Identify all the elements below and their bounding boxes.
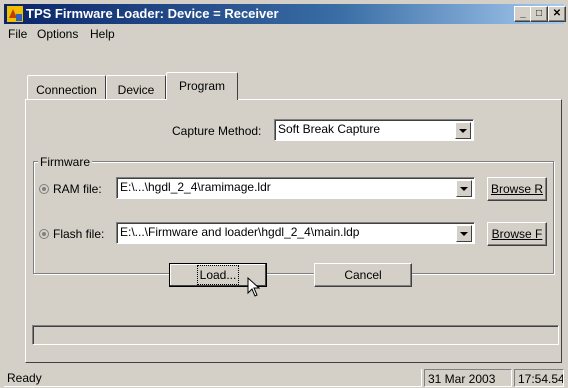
ram-file-value: E:\...\hgdl_2_4\ramimage.ldr — [120, 180, 271, 194]
flash-file-value: E:\...\Firmware and loader\hgdl_2_4\main… — [120, 225, 360, 239]
title-bar[interactable]: TPS Firmware Loader: Device = Receiver _… — [4, 4, 566, 24]
chevron-down-icon — [460, 232, 468, 236]
ram-file-input[interactable]: E:\...\hgdl_2_4\ramimage.ldr — [116, 177, 475, 199]
tab-connection-label: Connection — [36, 83, 97, 97]
menu-file[interactable]: File — [8, 27, 27, 41]
browse-ram-button[interactable]: Browse R — [487, 177, 547, 201]
load-button-label: Load... — [196, 265, 240, 285]
flash-file-radio[interactable] — [39, 229, 49, 239]
menu-help[interactable]: Help — [90, 27, 115, 41]
ram-file-label: RAM file: — [53, 182, 102, 196]
status-bar: Ready 31 Mar 2003 17:54.54 — [4, 367, 564, 387]
capture-method-label: Capture Method: — [172, 124, 262, 138]
tab-program-label: Program — [178, 79, 225, 93]
cancel-button[interactable]: Cancel — [314, 263, 412, 287]
tab-device[interactable]: Device — [106, 75, 166, 99]
flash-file-dropdown-button[interactable] — [456, 225, 472, 242]
close-button[interactable]: ✕ — [548, 6, 566, 22]
ram-file-radio[interactable] — [39, 184, 49, 194]
browse-flash-label: Browse F — [491, 227, 543, 241]
capture-method-value: Soft Break Capture — [278, 122, 381, 136]
cancel-button-label: Cancel — [344, 268, 382, 282]
status-date: 31 Mar 2003 — [424, 369, 512, 387]
maximize-icon: □ — [535, 8, 543, 19]
firmware-group-title: Firmware — [38, 155, 92, 169]
window-title: TPS Firmware Loader: Device = Receiver — [26, 6, 279, 21]
chevron-down-icon — [459, 129, 467, 133]
chevron-down-icon — [460, 187, 468, 191]
status-text: Ready — [4, 369, 422, 387]
tab-program[interactable]: Program — [166, 72, 238, 100]
capture-method-dropdown-button[interactable] — [455, 122, 471, 139]
tab-connection[interactable]: Connection — [27, 75, 106, 99]
maximize-button[interactable]: □ — [530, 6, 548, 22]
capture-method-select[interactable]: Soft Break Capture — [274, 119, 474, 141]
menu-bar: File Options Help — [4, 24, 564, 44]
status-time: 17:54.54 — [514, 369, 564, 387]
flash-file-label: Flash file: — [53, 227, 105, 241]
browse-ram-label: Browse R — [490, 182, 543, 196]
tab-device-label: Device — [117, 83, 155, 97]
browse-flash-button[interactable]: Browse F — [487, 222, 547, 246]
app-icon — [7, 6, 23, 22]
mouse-cursor-icon — [247, 277, 261, 297]
close-icon: ✕ — [552, 8, 562, 19]
progress-bar — [32, 325, 559, 345]
flash-file-input[interactable]: E:\...\Firmware and loader\hgdl_2_4\main… — [116, 222, 475, 244]
ram-file-dropdown-button[interactable] — [456, 180, 472, 197]
app-window: TPS Firmware Loader: Device = Receiver _… — [0, 0, 568, 388]
minimize-icon: _ — [520, 8, 526, 19]
menu-options[interactable]: Options — [37, 27, 78, 41]
